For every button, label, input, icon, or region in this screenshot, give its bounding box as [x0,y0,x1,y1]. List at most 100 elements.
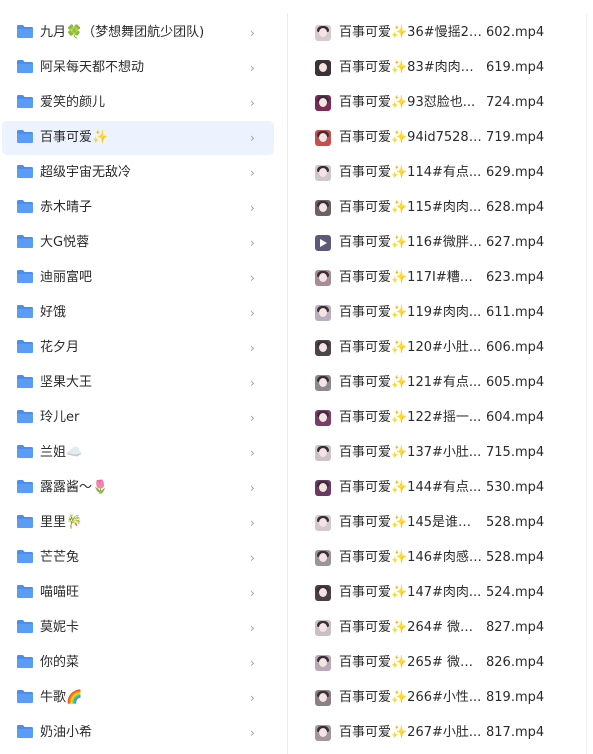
file-name: 百事可爱✨117I#糟糕... [339,270,482,285]
folder-name: 迪丽富吧 [40,270,93,285]
file-row[interactable]: 百事可爱✨144#有点... 530.mp4 [298,471,584,505]
folder-name: 露露酱～🌷 [40,480,109,495]
file-row[interactable]: 百事可爱✨93怼脸也... 724.mp4 [298,86,584,120]
folder-icon [16,584,34,599]
video-thumbnail-icon [315,445,331,461]
file-name: 百事可爱✨265# 微胖... [339,655,482,670]
file-row[interactable]: 百事可爱✨120#小肚... 606.mp4 [298,331,584,365]
folder-name: 芒芒兔 [40,550,80,565]
folder-icon [16,339,34,354]
folder-row[interactable]: 超级宇宙无敌冷 › [2,156,274,190]
folder-row[interactable]: 玲儿er › [2,401,274,435]
file-name: 百事可爱✨264# 微胖... [339,620,482,635]
file-name: 百事可爱✨121#有点... [339,375,482,390]
file-list: 百事可爱✨36#慢摇20... 602.mp4 百事可爱✨83#肉肉女... 619.… [298,0,584,754]
chevron-right-icon: › [250,726,255,740]
file-extension: 719.mp4 [486,130,545,145]
chevron-right-icon: › [250,26,255,40]
chevron-right-icon: › [250,516,255,530]
file-row[interactable]: 百事可爱✨36#慢摇20... 602.mp4 [298,16,584,50]
folder-icon [16,444,34,459]
chevron-right-icon: › [250,586,255,600]
chevron-right-icon: › [250,656,255,670]
folder-icon [16,129,34,144]
file-extension: 619.mp4 [486,60,545,75]
chevron-right-icon: › [250,271,255,285]
folder-row[interactable]: 你的菜 › [2,646,274,680]
folder-row[interactable]: 露露酱～🌷 › [2,471,274,505]
video-thumbnail-icon [315,270,331,286]
folder-icon [16,304,34,319]
file-name: 百事可爱✨146#肉感2... [339,550,482,565]
folder-row[interactable]: 兰姐☁️ › [2,436,274,470]
file-row[interactable]: 百事可爱✨116#微胖y... 627.mp4 [298,226,584,260]
file-extension: 606.mp4 [486,340,545,355]
file-extension: 524.mp4 [486,585,545,600]
video-thumbnail-icon [315,585,331,601]
folder-row[interactable]: 莫妮卡 › [2,611,274,645]
folder-row[interactable]: 九月🍀（梦想舞团航少团队) › [2,16,274,50]
folder-name: 玲儿er [40,410,80,425]
file-row[interactable]: 百事可爱✨265# 微胖... 826.mp4 [298,646,584,680]
file-extension: 528.mp4 [486,515,545,530]
file-row[interactable]: 百事可爱✨147#肉肉... 524.mp4 [298,576,584,610]
file-row[interactable]: 百事可爱✨83#肉肉女... 619.mp4 [298,51,584,85]
file-row[interactable]: 百事可爱✨267#小肚... 817.mp4 [298,716,584,750]
folder-row[interactable]: 迪丽富吧 › [2,261,274,295]
file-row[interactable]: 百事可爱✨94id75284... 719.mp4 [298,121,584,155]
chevron-right-icon: › [250,341,255,355]
pane-divider[interactable] [287,14,288,754]
folder-row[interactable]: 坚果大王 › [2,366,274,400]
file-name: 百事可爱✨144#有点... [339,480,482,495]
chevron-right-icon: › [250,621,255,635]
file-row[interactable]: 百事可爱✨121#有点... 605.mp4 [298,366,584,400]
file-extension: 627.mp4 [486,235,545,250]
folder-row[interactable]: 爱笑的颜儿 › [2,86,274,120]
folder-list: 九月🍀（梦想舞团航少团队) › 阿呆每天都不想动 › 爱笑的颜儿 › 百事可爱✨ › 超级宇宙无… [0,0,285,754]
video-thumbnail-icon [315,60,331,76]
folder-row[interactable]: 里里🎋 › [2,506,274,540]
folder-row[interactable]: 赤木晴子 › [2,191,274,225]
file-extension: 605.mp4 [486,375,545,390]
file-row[interactable]: 百事可爱✨114#有点... 629.mp4 [298,156,584,190]
folder-name: 奶油小希 [40,725,93,740]
file-row[interactable]: 百事可爱✨264# 微胖... 827.mp4 [298,611,584,645]
folder-row[interactable]: 奶油小希 › [2,716,274,750]
chevron-right-icon: › [250,306,255,320]
folder-name: 好饿 [40,305,67,320]
folder-name: 赤木晴子 [40,200,93,215]
file-extension: 827.mp4 [486,620,545,635]
file-row[interactable]: 百事可爱✨115#肉肉... 628.mp4 [298,191,584,225]
file-name: 百事可爱✨114#有点... [339,165,482,180]
folder-row[interactable]: 阿呆每天都不想动 › [2,51,274,85]
chevron-right-icon: › [250,376,255,390]
file-name: 百事可爱✨93怼脸也... [339,95,476,110]
file-extension: 604.mp4 [486,410,545,425]
file-name: 百事可爱✨83#肉肉女... [339,60,482,75]
file-row[interactable]: 百事可爱✨146#肉感2... 528.mp4 [298,541,584,575]
folder-row[interactable]: 芒芒兔 › [2,541,274,575]
folder-row[interactable]: 好饿 › [2,296,274,330]
folder-icon [16,94,34,109]
chevron-right-icon: › [250,446,255,460]
file-extension: 611.mp4 [486,305,545,320]
file-extension: 623.mp4 [486,270,545,285]
folder-name: 超级宇宙无敌冷 [40,165,132,180]
folder-row[interactable]: 花夕月 › [2,331,274,365]
folder-row[interactable]: 大G悦蓉 › [2,226,274,260]
file-row[interactable]: 百事可爱✨137#小肚... 715.mp4 [298,436,584,470]
folder-icon [16,654,34,669]
video-thumbnail-icon [315,690,331,706]
folder-row[interactable]: 牛歌🌈 › [2,681,274,715]
folder-row[interactable]: 喵喵旺 › [2,576,274,610]
folder-icon [16,724,34,739]
file-row[interactable]: 百事可爱✨122#摇一... 604.mp4 [298,401,584,435]
file-row[interactable]: 百事可爱✨145是谁开... 528.mp4 [298,506,584,540]
file-row[interactable]: 百事可爱✨266#小性... 819.mp4 [298,681,584,715]
folder-row[interactable]: 百事可爱✨ › [2,121,274,155]
folder-icon [16,59,34,74]
folder-name: 莫妮卡 [40,620,80,635]
file-row[interactable]: 百事可爱✨117I#糟糕... 623.mp4 [298,261,584,295]
video-thumbnail-icon [315,410,331,426]
file-row[interactable]: 百事可爱✨119#肉肉... 611.mp4 [298,296,584,330]
